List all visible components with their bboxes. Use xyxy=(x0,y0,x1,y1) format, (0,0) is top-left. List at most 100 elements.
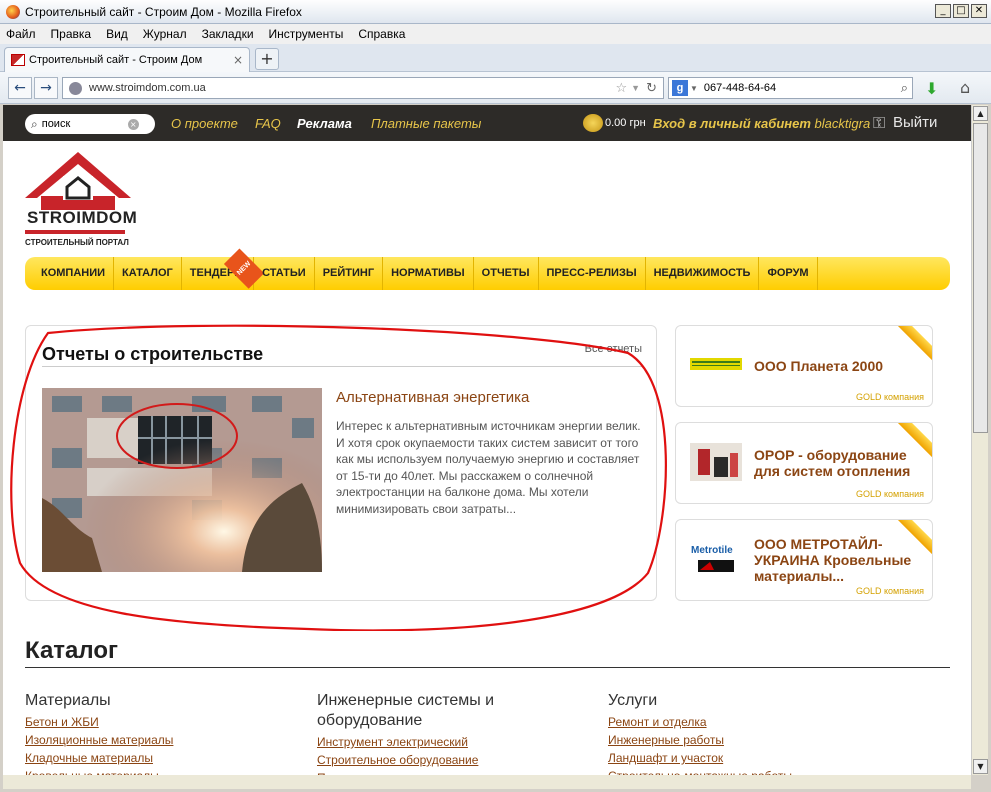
scroll-down-icon[interactable]: ▼ xyxy=(973,759,988,774)
cabinet-link[interactable]: Вход в личный кабинет blacktigra xyxy=(653,116,870,131)
gold-badge: GOLD компания xyxy=(856,392,924,402)
catalog-link[interactable]: Изоляционные материалы xyxy=(25,731,173,749)
url-input[interactable] xyxy=(89,82,616,94)
menu-help[interactable]: Справка xyxy=(358,27,405,41)
reports-heading: Отчеты о строительстве xyxy=(42,344,264,364)
forward-button[interactable]: → xyxy=(34,77,58,99)
tab-bar: Строительный сайт - Строим Дом × + xyxy=(0,44,991,72)
cabinet-label: Вход в личный кабинет xyxy=(653,116,811,131)
logo-subtitle: СТРОИТЕЛЬНЫЙ ПОРТАЛ xyxy=(25,238,129,247)
nav-rating[interactable]: РЕЙТИНГ xyxy=(315,257,384,290)
menu-bookmarks[interactable]: Закладки xyxy=(202,27,254,41)
nav-realty[interactable]: НЕДВИЖИМОСТЬ xyxy=(646,257,760,290)
nav-articles[interactable]: СТАТЬИ xyxy=(254,257,315,290)
status-strip xyxy=(3,775,971,789)
catalog-link[interactable]: Инженерные работы xyxy=(608,731,792,749)
maximize-button[interactable]: □ xyxy=(953,4,969,18)
link-faq[interactable]: FAQ xyxy=(255,116,281,131)
catalog-link[interactable]: Ремонт и отделка xyxy=(608,713,792,731)
history-dropdown-icon[interactable]: ▼ xyxy=(631,83,640,93)
firefox-icon xyxy=(6,4,20,19)
gold-company-card[interactable]: Metrotile ООО МЕТРОТАЙЛ-УКРАИНА Кровельн… xyxy=(675,519,933,601)
engine-dropdown-icon[interactable]: ▼ xyxy=(690,84,698,93)
boiler-photo-icon xyxy=(690,443,742,481)
nav-norms[interactable]: НОРМАТИВЫ xyxy=(383,257,474,290)
gold-ribbon xyxy=(891,326,932,362)
catalog-link[interactable]: Инструмент электрический xyxy=(317,733,547,751)
google-icon[interactable]: g xyxy=(672,80,688,96)
link-advert[interactable]: Реклама xyxy=(297,116,352,131)
link-about[interactable]: О проекте xyxy=(171,116,238,131)
minimize-button[interactable]: _ xyxy=(935,4,951,18)
menu-file[interactable]: Файл xyxy=(6,27,36,41)
catalog-column-materials: Материалы Бетон и ЖБИ Изоляционные матер… xyxy=(25,691,173,785)
close-tab-icon[interactable]: × xyxy=(233,53,243,67)
new-tab-button[interactable]: + xyxy=(255,48,279,70)
window-titlebar: Строительный сайт - Строим Дом - Mozilla… xyxy=(0,0,991,24)
gold-company-card[interactable]: OPOP - оборудование для систем отопления… xyxy=(675,422,933,504)
catalog-column-title: Инженерные системы и оборудование xyxy=(317,692,495,729)
building-photo-image xyxy=(42,388,322,572)
url-bar[interactable]: ☆ ▼ ↻ xyxy=(62,77,664,99)
balance: 0.00 грн xyxy=(605,117,646,129)
catalog-heading: Каталог xyxy=(25,637,118,664)
username: blacktigra xyxy=(814,116,871,131)
close-button[interactable]: ✕ xyxy=(971,4,987,18)
link-packages[interactable]: Платные пакеты xyxy=(371,116,481,131)
catalog-link[interactable]: Строительное оборудование xyxy=(317,751,547,769)
reports-divider xyxy=(42,366,642,367)
bookmark-star-icon[interactable]: ☆ xyxy=(616,81,628,96)
tab-label: Строительный сайт - Строим Дом xyxy=(29,54,203,66)
browser-search-input[interactable] xyxy=(703,82,901,94)
planeta-logo-icon xyxy=(690,358,742,370)
nav-press[interactable]: ПРЕСС-РЕЛИЗЫ xyxy=(539,257,646,290)
gold-company-name[interactable]: OPOP - оборудование для систем отопления xyxy=(754,447,926,479)
reload-icon[interactable]: ↻ xyxy=(646,81,657,96)
menu-tools[interactable]: Инструменты xyxy=(269,27,344,41)
gold-badge: GOLD компания xyxy=(856,586,924,596)
all-reports-link[interactable]: Все отчеты xyxy=(585,343,642,355)
logo-word: STROIMDOM xyxy=(27,208,138,227)
navigation-bar: ← → ☆ ▼ ↻ g ▼ ⌕ ⬇ ⌂ xyxy=(0,72,991,104)
browser-search-bar[interactable]: g ▼ ⌕ xyxy=(668,77,913,99)
nav-catalog[interactable]: КАТАЛОГ xyxy=(114,257,182,290)
coins-icon xyxy=(583,114,603,132)
report-title-link[interactable]: Альтернативная энергетика xyxy=(336,389,529,406)
site-search-input[interactable] xyxy=(41,118,128,130)
nav-reports[interactable]: ОТЧЕТЫ xyxy=(474,257,539,290)
catalog-link[interactable]: Кладочные материалы xyxy=(25,749,173,767)
search-go-icon[interactable]: ⌕ xyxy=(901,81,908,96)
gold-company-name[interactable]: ООО МЕТРОТАЙЛ-УКРАИНА Кровельные материа… xyxy=(754,536,926,584)
clear-icon[interactable]: × xyxy=(127,118,139,130)
menu-history[interactable]: Журнал xyxy=(143,27,187,41)
catalog-link[interactable]: Бетон и ЖБИ xyxy=(25,713,173,731)
report-photo[interactable] xyxy=(42,388,322,572)
main-nav: КОМПАНИИ КАТАЛОГ ТЕНДЕРЫ NEW СТАТЬИ РЕЙТИ… xyxy=(25,248,950,290)
metrotile-logo-text: Metrotile xyxy=(691,545,733,556)
menu-view[interactable]: Вид xyxy=(106,27,128,41)
catalog-column-services: Услуги Ремонт и отделка Инженерные работ… xyxy=(608,691,792,785)
site-logo[interactable]: STROIMDOM СТРОИТЕЛЬНЫЙ ПОРТАЛ xyxy=(23,150,138,250)
menu-bar: Файл Правка Вид Журнал Закладки Инструме… xyxy=(0,24,991,44)
nav-companies[interactable]: КОМПАНИИ xyxy=(33,257,115,290)
logout-link[interactable]: Выйти xyxy=(893,114,937,131)
site-search-box[interactable]: ⌕ × xyxy=(25,114,155,134)
catalog-link[interactable]: Ландшафт и участок xyxy=(608,749,792,767)
reports-block: Отчеты о строительстве Все отчеты Альтер… xyxy=(25,325,657,601)
menu-edit[interactable]: Правка xyxy=(51,27,92,41)
report-excerpt: Интерес к альтернативным источникам энер… xyxy=(336,419,641,516)
page-viewport: ⌕ × О проекте FAQ Реклама Платные пакеты… xyxy=(3,105,971,789)
home-icon[interactable]: ⌂ xyxy=(960,78,970,97)
vertical-scrollbar[interactable]: ▲ ▼ xyxy=(971,105,988,775)
download-icon[interactable]: ⬇ xyxy=(925,79,938,98)
scroll-up-icon[interactable]: ▲ xyxy=(973,106,988,121)
metrotile-logo-icon: Metrotile xyxy=(691,545,734,572)
browser-tab[interactable]: Строительный сайт - Строим Дом × xyxy=(4,47,250,72)
scroll-thumb[interactable] xyxy=(973,123,988,433)
logo-underline xyxy=(25,230,125,234)
nav-forum[interactable]: ФОРУМ xyxy=(759,257,818,290)
nav-tenders[interactable]: ТЕНДЕРЫ NEW xyxy=(182,248,265,290)
back-button[interactable]: ← xyxy=(8,77,32,99)
gold-company-card[interactable]: ООО Планета 2000 GOLD компания xyxy=(675,325,933,407)
gold-company-name[interactable]: ООО Планета 2000 xyxy=(754,358,926,374)
